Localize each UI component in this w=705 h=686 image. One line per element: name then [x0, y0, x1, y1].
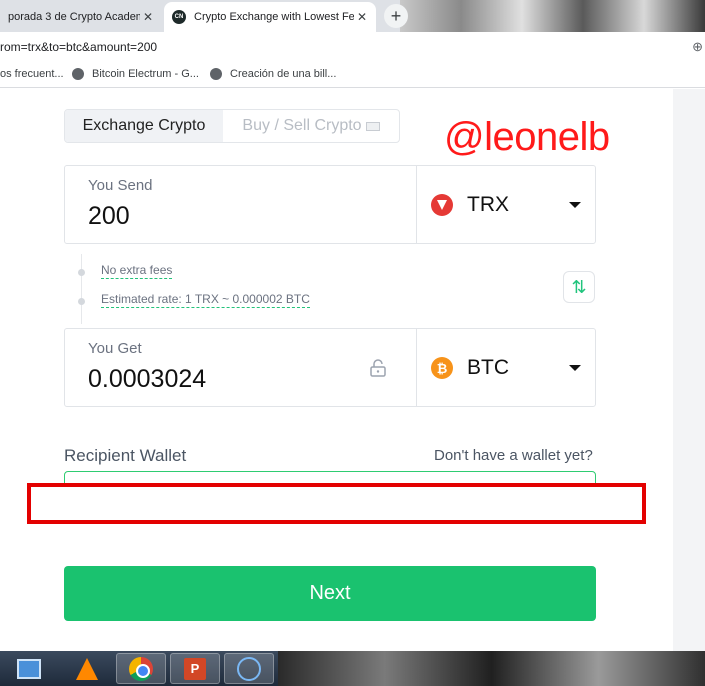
browser-tab-crypto-academy[interactable]: porada 3 de Crypto Academ ✕	[0, 2, 162, 32]
powerpoint-icon: P	[184, 657, 206, 680]
taskbar-powerpoint[interactable]: P	[170, 653, 220, 684]
tron-icon	[431, 194, 453, 216]
tab-title: Crypto Exchange with Lowest Fee	[194, 11, 354, 23]
taskbar: P	[0, 651, 705, 686]
bookmark-bitcoin-electrum[interactable]: Bitcoin Electrum - G...	[72, 68, 199, 80]
timeline-dot	[78, 269, 85, 276]
browser-tabstrip: porada 3 de Crypto Academ ✕ CN Crypto Ex…	[0, 0, 705, 32]
page-gutter	[673, 89, 705, 651]
chevron-down-icon	[569, 202, 581, 208]
close-icon[interactable]: ✕	[140, 10, 156, 24]
timeline-line	[81, 254, 82, 324]
close-icon[interactable]: ✕	[354, 10, 370, 24]
atom-icon	[237, 656, 261, 681]
credit-card-icon	[365, 121, 380, 131]
taskbar-chrome[interactable]	[116, 653, 166, 684]
send-box: You Send 200 TRX	[64, 165, 596, 244]
next-button[interactable]: Next	[64, 566, 596, 621]
tab-exchange-crypto[interactable]: Exchange Crypto	[65, 110, 223, 142]
vlc-cone-icon	[76, 657, 98, 680]
tab-title: porada 3 de Crypto Academ	[8, 11, 140, 23]
globe-icon	[210, 68, 222, 80]
browser-tab-crypto-exchange[interactable]: CN Crypto Exchange with Lowest Fee ✕	[164, 2, 376, 32]
rate-info: No extra fees Estimated rate: 1 TRX ~ 0.…	[64, 244, 596, 328]
get-label: You Get	[88, 340, 142, 357]
recipient-wallet-label: Recipient Wallet	[64, 446, 187, 465]
swap-currencies-button[interactable]: ⇅	[563, 271, 595, 303]
site-favicon-icon: CN	[172, 10, 186, 24]
background-photo	[400, 0, 705, 32]
taskbar-vlc[interactable]	[62, 653, 112, 684]
timeline-dot	[78, 298, 85, 305]
address-bar[interactable]: rom=trx&to=btc&amount=200 ⊕	[0, 32, 705, 62]
bookmark-most-visited[interactable]: os frecuent...	[0, 68, 64, 80]
bookmark-creacion-billetera[interactable]: Creación de una bill...	[210, 68, 336, 80]
file-explorer-icon	[17, 658, 41, 679]
get-currency-select[interactable]: ₿ BTC	[417, 329, 595, 406]
chevron-down-icon	[569, 365, 581, 371]
send-currency-code: TRX	[467, 193, 509, 216]
bookmarks-bar: os frecuent... Bitcoin Electrum - G... C…	[0, 62, 705, 88]
no-wallet-link[interactable]: Don't have a wallet yet?	[434, 447, 593, 464]
get-currency-code: BTC	[467, 356, 509, 379]
taskbar-atom[interactable]	[224, 653, 274, 684]
unlock-icon[interactable]	[369, 359, 387, 377]
send-currency-select[interactable]: TRX	[417, 166, 595, 243]
bookmark-label: Creación de una bill...	[230, 68, 337, 80]
new-tab-button[interactable]: +	[384, 4, 408, 28]
send-label: You Send	[88, 177, 153, 194]
bookmark-label: Bitcoin Electrum - G...	[92, 68, 199, 80]
url-text[interactable]: rom=trx&to=btc&amount=200	[0, 40, 157, 54]
watermark-text: @leonelb	[444, 115, 610, 159]
get-amount-field: You Get 0.0003024	[65, 329, 416, 406]
desktop-background	[278, 651, 705, 686]
estimated-rate-text[interactable]: Estimated rate: 1 TRX ~ 0.000002 BTC	[101, 292, 310, 308]
get-amount: 0.0003024	[88, 365, 207, 393]
tab-buy-sell-crypto[interactable]: Buy / Sell Crypto	[223, 110, 399, 142]
tab-buy-sell-label: Buy / Sell Crypto	[242, 117, 362, 134]
send-amount[interactable]: 200	[88, 202, 130, 231]
bitcoin-icon: ₿	[431, 357, 453, 379]
chrome-icon	[129, 656, 153, 681]
globe-icon	[72, 68, 84, 80]
no-extra-fees-text[interactable]: No extra fees	[101, 263, 173, 279]
taskbar-explorer[interactable]	[4, 653, 54, 684]
zoom-icon[interactable]: ⊕	[692, 39, 703, 55]
exchange-page: Exchange Crypto Buy / Sell Crypto @leone…	[0, 89, 705, 651]
send-amount-field[interactable]: You Send 200	[65, 166, 416, 243]
annotation-redaction-box	[27, 483, 646, 524]
swap-arrows-icon: ⇅	[571, 276, 587, 297]
mode-tabs: Exchange Crypto Buy / Sell Crypto	[64, 109, 400, 143]
get-box: You Get 0.0003024 ₿ BTC	[64, 328, 596, 407]
bookmark-label: os frecuent...	[0, 68, 64, 80]
